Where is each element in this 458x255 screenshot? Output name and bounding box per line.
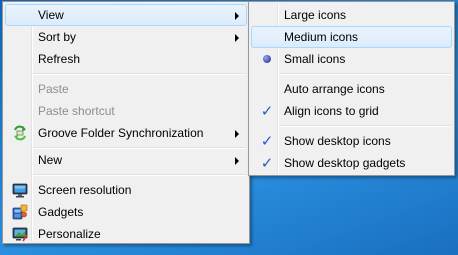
menu-item-screen-resolution[interactable]: Screen resolution bbox=[5, 179, 247, 201]
submenu-item-align-to-grid-label: Align icons to grid bbox=[284, 104, 379, 118]
radio-bullet-icon bbox=[263, 55, 271, 63]
desktop-context-menu: View Sort by Refresh Paste Paste shortcu… bbox=[2, 1, 250, 244]
submenu-item-show-desktop-icons-label: Show desktop icons bbox=[284, 134, 391, 148]
menu-item-paste-label: Paste bbox=[38, 82, 69, 96]
submenu-item-auto-arrange-label: Auto arrange icons bbox=[284, 82, 385, 96]
groove-sync-icon bbox=[14, 125, 26, 141]
gadgets-icon bbox=[12, 204, 28, 220]
submenu-item-auto-arrange[interactable]: Auto arrange icons bbox=[251, 78, 452, 100]
submenu-item-align-to-grid[interactable]: ✓ Align icons to grid bbox=[251, 100, 452, 122]
menu-item-sort-by-label: Sort by bbox=[38, 30, 77, 44]
menu-item-gadgets-label: Gadgets bbox=[38, 205, 84, 219]
submenu-arrow-icon bbox=[235, 157, 239, 165]
submenu-item-medium-icons-label: Medium icons bbox=[284, 30, 359, 44]
submenu-separator bbox=[279, 125, 451, 127]
menu-item-view[interactable]: View bbox=[5, 4, 247, 26]
menu-item-sort-by[interactable]: Sort by bbox=[5, 26, 247, 48]
menu-separator bbox=[33, 174, 246, 176]
menu-item-view-label: View bbox=[38, 8, 64, 22]
submenu-arrow-icon bbox=[235, 130, 239, 138]
personalize-icon bbox=[12, 227, 28, 242]
submenu-item-show-desktop-gadgets[interactable]: ✓ Show desktop gadgets bbox=[251, 152, 452, 174]
view-submenu: Large icons Medium icons Small icons Aut… bbox=[248, 1, 455, 176]
menu-item-groove-sync[interactable]: Groove Folder Synchronization bbox=[5, 122, 247, 144]
checkmark-icon: ✓ bbox=[260, 102, 274, 120]
submenu-item-small-icons[interactable]: Small icons bbox=[251, 48, 452, 70]
menu-item-refresh-label: Refresh bbox=[38, 52, 81, 66]
menu-item-refresh[interactable]: Refresh bbox=[5, 48, 247, 70]
menu-item-screen-resolution-label: Screen resolution bbox=[38, 183, 132, 197]
menu-item-new-label: New bbox=[38, 153, 63, 167]
submenu-item-large-icons-label: Large icons bbox=[284, 8, 347, 22]
menu-item-paste[interactable]: Paste bbox=[5, 78, 247, 100]
submenu-separator bbox=[279, 73, 451, 75]
menu-separator bbox=[33, 73, 246, 75]
menu-item-paste-shortcut[interactable]: Paste shortcut bbox=[5, 100, 247, 122]
submenu-arrow-icon bbox=[235, 34, 239, 42]
submenu-item-large-icons[interactable]: Large icons bbox=[251, 4, 452, 26]
checkmark-icon: ✓ bbox=[260, 132, 274, 150]
menu-item-new[interactable]: New bbox=[5, 149, 247, 171]
submenu-arrow-icon bbox=[235, 12, 239, 20]
checkmark-icon: ✓ bbox=[260, 154, 274, 172]
monitor-icon bbox=[12, 183, 28, 198]
menu-item-groove-sync-label: Groove Folder Synchronization bbox=[38, 126, 204, 140]
submenu-item-show-desktop-gadgets-label: Show desktop gadgets bbox=[284, 156, 406, 170]
menu-item-personalize-label: Personalize bbox=[38, 227, 101, 241]
submenu-item-small-icons-label: Small icons bbox=[284, 52, 346, 66]
submenu-item-medium-icons[interactable]: Medium icons bbox=[251, 26, 452, 48]
menu-item-personalize[interactable]: Personalize bbox=[5, 223, 247, 245]
submenu-item-show-desktop-icons[interactable]: ✓ Show desktop icons bbox=[251, 130, 452, 152]
menu-item-gadgets[interactable]: Gadgets bbox=[5, 201, 247, 223]
menu-item-paste-shortcut-label: Paste shortcut bbox=[38, 104, 115, 118]
